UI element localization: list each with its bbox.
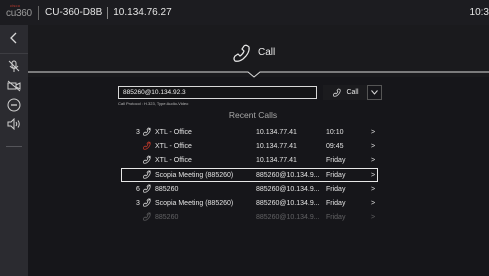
device-name: CU-360-D8B [45, 7, 103, 18]
call-time: Friday [326, 214, 346, 221]
contact-name: XTL - Office [155, 129, 192, 136]
call-time: Friday [326, 172, 346, 179]
contact-address: 10.134.77.41 [256, 129, 297, 136]
contact-name: 885260 [155, 214, 179, 221]
contact-name: 885260 [155, 186, 179, 193]
call-button[interactable]: Call [323, 85, 368, 100]
call-time: 09:45 [326, 143, 344, 150]
contact-address: 885260@10.134.9... [256, 186, 320, 193]
call-title: Call [258, 47, 276, 58]
chevron-right-icon[interactable]: > [371, 172, 375, 179]
mic-mute-icon[interactable] [6, 58, 22, 74]
contact-name: Scopia Meeting (885260) [155, 200, 234, 207]
call-count: 3 [136, 200, 140, 207]
call-count: 6 [136, 186, 140, 193]
call-protocol-info: Call Protocol : H.323, Type:Audio-Video [118, 101, 189, 106]
outgoing-call-icon [142, 212, 152, 222]
back-icon[interactable] [6, 30, 22, 46]
main-panel: Call 885260@10.134.92.3 Call Call Protoc… [28, 25, 489, 276]
contact-address: 885260@10.134.9... [256, 214, 320, 221]
call-time: Friday [326, 186, 346, 193]
minus-icon[interactable] [6, 97, 22, 113]
list-item[interactable]: 885260 885260@10.134.9... Friday > [122, 211, 378, 225]
incoming-call-icon [142, 155, 152, 165]
list-item-selected[interactable]: Scopia Meeting (885260) 885260@10.134.9.… [121, 168, 378, 182]
chevron-right-icon[interactable]: > [371, 129, 375, 136]
divider [0, 53, 28, 54]
contact-address: 885260@10.134.9... [256, 172, 320, 179]
phone-icon [333, 88, 342, 97]
call-button-label: Call [346, 89, 359, 96]
outgoing-call-icon [142, 184, 152, 194]
dial-input[interactable]: 885260@10.134.92.3 [118, 86, 317, 99]
contact-name: XTL - Office [155, 143, 192, 150]
outgoing-call-icon [142, 198, 152, 208]
phone-icon [231, 43, 253, 65]
recent-calls-title: Recent Calls [228, 110, 278, 120]
sidebar [0, 25, 28, 276]
contact-address: 10.134.77.41 [256, 143, 297, 150]
header-divider [28, 71, 489, 78]
brand-logo: cisco cu360 [4, 0, 36, 25]
chevron-down-icon [371, 90, 378, 95]
top-bar: cisco cu360 CU-360-D8B 10.134.76.27 10:3 [0, 0, 489, 25]
outgoing-call-icon [142, 170, 152, 180]
list-item[interactable]: 3 XTL - Office 10.134.77.41 10:10 > [122, 126, 378, 140]
chevron-right-icon[interactable]: > [371, 157, 375, 164]
list-item[interactable]: XTL - Office 10.134.77.41 Friday > [122, 154, 378, 168]
missed-call-icon [142, 141, 152, 151]
list-item[interactable]: 3 Scopia Meeting (885260) 885260@10.134.… [122, 197, 378, 211]
list-item[interactable]: 6 885260 885260@10.134.9... Friday > [122, 183, 378, 197]
call-header: Call [28, 25, 489, 78]
call-count: 3 [136, 129, 140, 136]
divider [6, 146, 22, 147]
brand-text: cu360 [6, 8, 32, 19]
device-ip: 10.134.76.27 [113, 7, 172, 18]
contact-name: Scopia Meeting (885260) [155, 172, 234, 179]
call-time: 10:10 [326, 129, 344, 136]
call-time: Friday [326, 157, 346, 164]
divider [107, 6, 109, 19]
chevron-right-icon[interactable]: > [371, 143, 375, 150]
volume-icon[interactable] [6, 116, 22, 132]
contact-name: XTL - Office [155, 157, 192, 164]
list-item[interactable]: XTL - Office 10.134.77.41 09:45 > [122, 140, 378, 154]
call-time: Friday [326, 200, 346, 207]
chevron-right-icon[interactable]: > [371, 186, 375, 193]
contact-address: 885260@10.134.9... [256, 200, 320, 207]
divider [38, 5, 39, 20]
clock: 10:3 [469, 7, 489, 18]
contact-address: 10.134.77.41 [256, 157, 297, 164]
chevron-right-icon[interactable]: > [371, 214, 375, 221]
incoming-call-icon [142, 127, 152, 137]
chevron-right-icon[interactable]: > [371, 200, 375, 207]
video-off-icon[interactable] [6, 78, 22, 94]
call-options-dropdown[interactable] [367, 85, 382, 100]
